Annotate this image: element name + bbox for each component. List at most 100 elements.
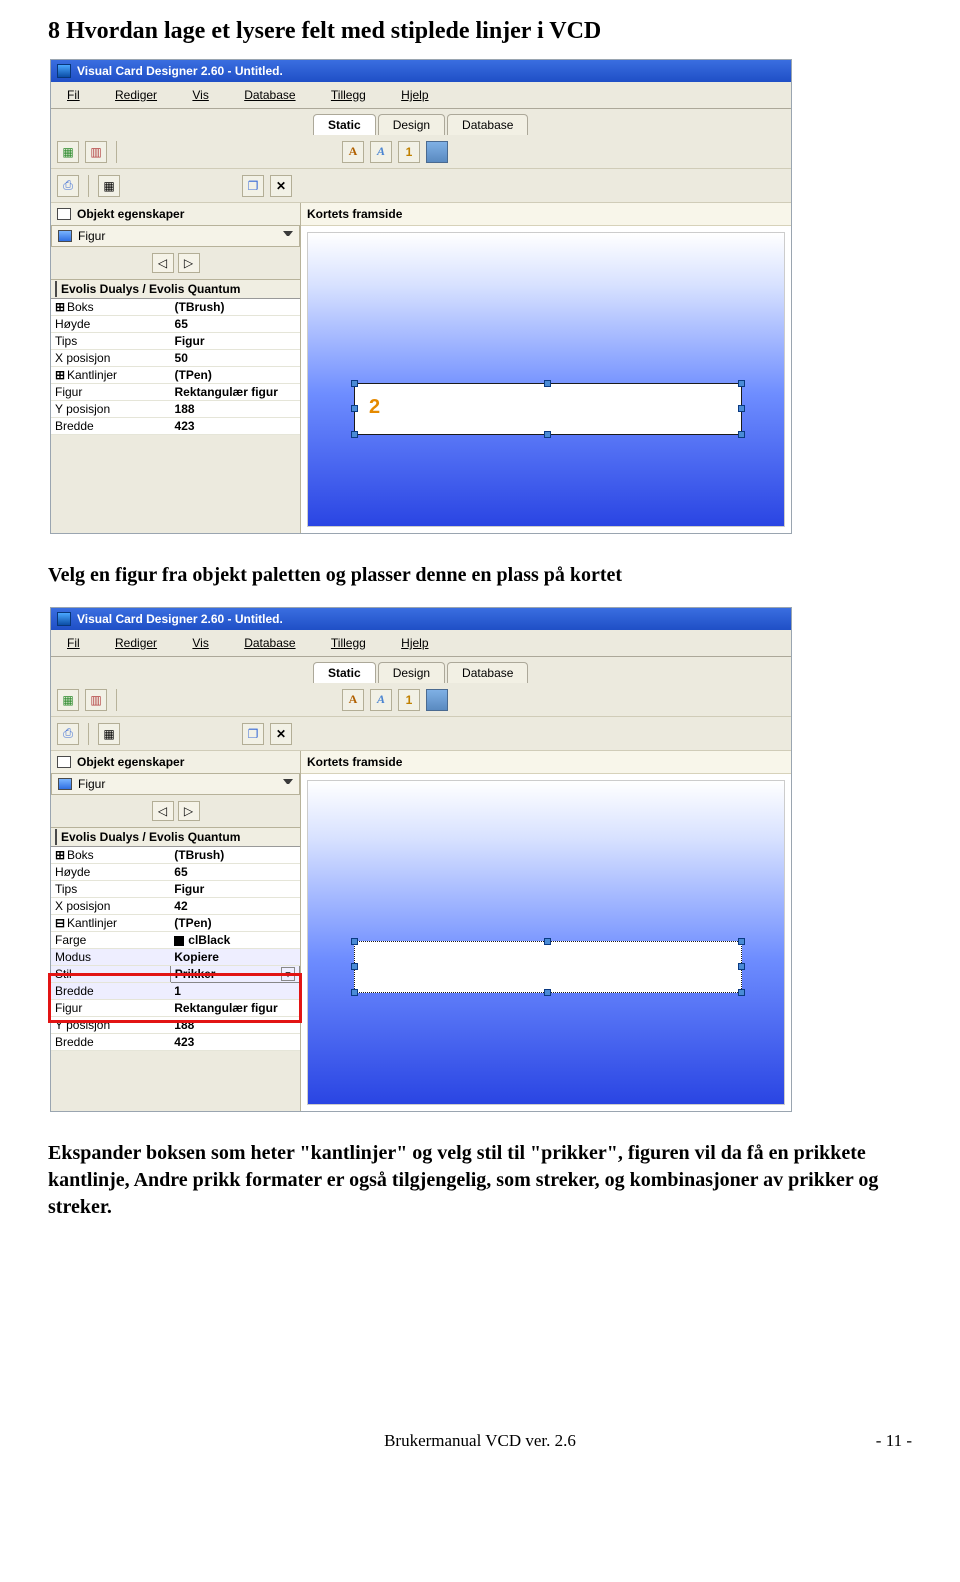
panel-title: Objekt egenskaper	[77, 207, 184, 221]
paragraph-1: Velg en figur fra objekt paletten og pla…	[48, 562, 912, 589]
menu-bar-2: Fil Rediger Vis Database Tillegg Hjelp	[51, 630, 791, 657]
property-row[interactable]: FigurRektangulær figur	[51, 384, 300, 401]
new-icon[interactable]: ▦	[57, 141, 79, 163]
app-icon	[57, 612, 71, 626]
menu-vis[interactable]: Vis	[176, 84, 224, 106]
figur-dropdown[interactable]: Figur	[51, 226, 300, 247]
right-column-2: Kortets framside	[301, 751, 791, 1111]
property-row[interactable]: ModusKopiere	[51, 949, 300, 966]
paragraph-2: Ekspander boksen som heter "kantlinjer" …	[48, 1140, 912, 1221]
delete-icon[interactable]: ✕	[270, 723, 292, 745]
nav-prev[interactable]: ◁	[152, 253, 174, 273]
menu-rediger[interactable]: Rediger	[99, 84, 173, 106]
delete-icon[interactable]: ✕	[270, 175, 292, 197]
new-icon[interactable]: ▦	[57, 689, 79, 711]
panel-header: Objekt egenskaper	[51, 203, 300, 226]
open-icon[interactable]: ▥	[85, 141, 107, 163]
property-row[interactable]: Boks(TBrush)	[51, 299, 300, 316]
figur-label-2: Figur	[78, 777, 105, 791]
left-column-2: Objekt egenskaper Figur ◁ ▷ Evolis Dualy…	[51, 751, 301, 1111]
menu-vis[interactable]: Vis	[176, 632, 224, 654]
property-row[interactable]: Boks(TBrush)	[51, 847, 300, 864]
panel-icon	[57, 208, 71, 220]
text3d-tool-icon[interactable]: A	[370, 689, 392, 711]
property-row[interactable]: Bredde423	[51, 418, 300, 435]
red-highlight	[48, 973, 302, 1023]
property-row[interactable]: X posisjon50	[51, 350, 300, 367]
tab-database[interactable]: Database	[447, 662, 528, 683]
clone-icon[interactable]: ❐	[242, 175, 264, 197]
figur-icon	[58, 230, 72, 242]
property-row[interactable]: Kantlinjer(TPen)	[51, 915, 300, 932]
toolbar-2b: ⎙ ▦ ❐ ✕	[51, 717, 791, 751]
print-icon[interactable]: ⎙	[57, 723, 79, 745]
panel-title-2: Objekt egenskaper	[77, 755, 184, 769]
menu-database[interactable]: Database	[228, 84, 311, 106]
text3d-tool-icon[interactable]: A	[370, 141, 392, 163]
tab-database[interactable]: Database	[447, 114, 528, 135]
card-canvas[interactable]: 2	[307, 232, 785, 527]
nav-next[interactable]: ▷	[178, 253, 200, 273]
menu-fil[interactable]: Fil	[51, 84, 96, 106]
title-bar: Visual Card Designer 2.60 - Untitled.	[51, 60, 791, 82]
menu-hjelp[interactable]: Hjelp	[385, 632, 444, 654]
window-title-2: Visual Card Designer 2.60 - Untitled.	[77, 612, 283, 626]
grid-icon[interactable]: ▦	[98, 723, 120, 745]
toolbar-2: ⎙ ▦ ❐ ✕	[51, 169, 791, 203]
property-row[interactable]: FargeclBlack	[51, 932, 300, 949]
panel-header-2: Objekt egenskaper	[51, 751, 300, 774]
grid-icon[interactable]: ▦	[98, 175, 120, 197]
tab-static[interactable]: Static	[313, 662, 376, 683]
property-row[interactable]: TipsFigur	[51, 881, 300, 898]
property-row[interactable]: Bredde423	[51, 1034, 300, 1051]
canvas-caption-2: Kortets framside	[301, 751, 791, 774]
page-footer: Brukermanual VCD ver. 2.6 - 11 -	[48, 1431, 912, 1451]
title-bar-2: Visual Card Designer 2.60 - Untitled.	[51, 608, 791, 630]
image-tool-icon[interactable]	[426, 689, 448, 711]
counter-tool-icon[interactable]: 1	[398, 689, 420, 711]
property-row[interactable]: Y posisjon188	[51, 401, 300, 418]
left-column: Objekt egenskaper Figur ◁ ▷ Evolis Dualy…	[51, 203, 301, 533]
clone-icon[interactable]: ❐	[242, 723, 264, 745]
tab-row: Static Design Database	[51, 109, 791, 135]
menu-rediger[interactable]: Rediger	[99, 632, 173, 654]
selected-figure-dotted[interactable]	[354, 941, 742, 993]
figure-number: 2	[369, 396, 380, 419]
property-row[interactable]: TipsFigur	[51, 333, 300, 350]
toolbar-1: ▦ ▥ A A 1	[51, 135, 791, 169]
card-canvas-2[interactable]	[307, 780, 785, 1105]
tab-design[interactable]: Design	[378, 114, 445, 135]
vcd-screenshot-1: Visual Card Designer 2.60 - Untitled. Fi…	[50, 59, 792, 534]
image-tool-icon[interactable]	[426, 141, 448, 163]
nav-prev[interactable]: ◁	[152, 801, 174, 821]
section-heading: 8 Hvordan lage et lysere felt med stiple…	[48, 18, 912, 45]
selected-figure[interactable]: 2	[354, 383, 742, 435]
text-tool-icon[interactable]: A	[342, 689, 364, 711]
property-row[interactable]: Kantlinjer(TPen)	[51, 367, 300, 384]
property-row[interactable]: X posisjon42	[51, 898, 300, 915]
menu-database[interactable]: Database	[228, 632, 311, 654]
app-icon	[57, 64, 71, 78]
window-title: Visual Card Designer 2.60 - Untitled.	[77, 64, 283, 78]
property-row[interactable]: Høyde65	[51, 316, 300, 333]
property-grid-1: Evolis Dualys / Evolis Quantum Boks(TBru…	[51, 280, 300, 435]
right-column: Kortets framside 2	[301, 203, 791, 533]
menu-tillegg[interactable]: Tillegg	[315, 84, 382, 106]
figur-icon	[58, 778, 72, 790]
print-icon[interactable]: ⎙	[57, 175, 79, 197]
figur-label: Figur	[78, 229, 105, 243]
nav-next[interactable]: ▷	[178, 801, 200, 821]
open-icon[interactable]: ▥	[85, 689, 107, 711]
menu-tillegg[interactable]: Tillegg	[315, 632, 382, 654]
counter-tool-icon[interactable]: 1	[398, 141, 420, 163]
text-tool-icon[interactable]: A	[342, 141, 364, 163]
toolbar-1b: ▦ ▥ A A 1	[51, 683, 791, 717]
tab-static[interactable]: Static	[313, 114, 376, 135]
menu-fil[interactable]: Fil	[51, 632, 96, 654]
menu-hjelp[interactable]: Hjelp	[385, 84, 444, 106]
footer-center: Brukermanual VCD ver. 2.6	[384, 1431, 576, 1450]
nav-arrows-2: ◁ ▷	[51, 795, 300, 828]
property-row[interactable]: Høyde65	[51, 864, 300, 881]
tab-design[interactable]: Design	[378, 662, 445, 683]
figur-dropdown-2[interactable]: Figur	[51, 774, 300, 795]
